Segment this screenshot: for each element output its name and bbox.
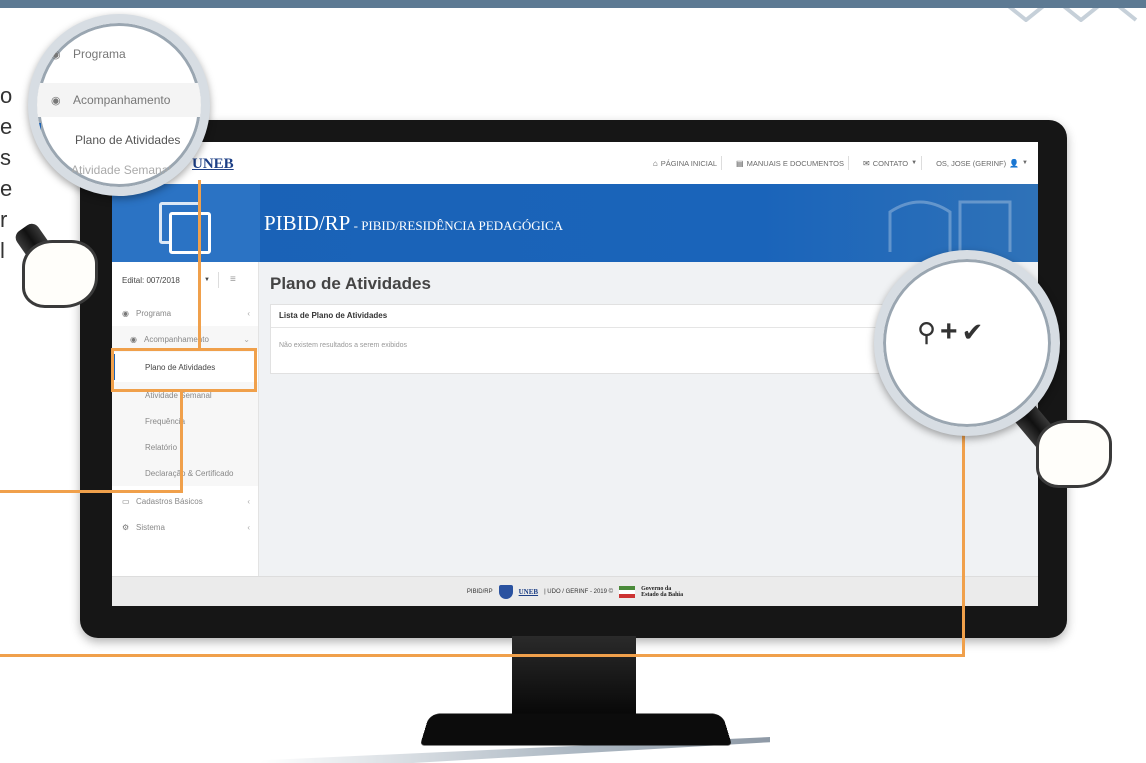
app-subtitle: - PIBID/RESIDÊNCIA PEDAGÓGICA <box>350 218 564 233</box>
sidebar-item-relatorio[interactable]: Relatório <box>112 434 258 460</box>
footer: PIBID/RP UNEB | UDO / GERINF - 2019 © Go… <box>112 576 1038 606</box>
nav-user[interactable]: OS, JOSE (GERINF) 👤 ▼ <box>932 156 1032 170</box>
watermark-decoration <box>888 200 1012 252</box>
search-icon[interactable]: ⚲ <box>917 317 940 347</box>
mag-item-label: Programa <box>73 47 126 61</box>
mag-item-acompanhamento: ◉ Acompanhamento <box>37 83 201 117</box>
menu-icon[interactable]: ≡ <box>230 274 236 285</box>
mag-item-label: Atividade Semanal <box>71 163 172 177</box>
book-icon: ▤ <box>736 158 744 168</box>
nav-home-label: PÁGINA INICIAL <box>660 158 718 168</box>
top-nav: ⌂ PÁGINA INICIAL ▤ MANUAIS E DOCUMENTOS … <box>649 156 1032 170</box>
eye-icon: ◉ <box>51 94 61 107</box>
footer-app-name: PIBID/RP <box>466 589 493 595</box>
sidebar-item-label: Programa <box>136 308 172 318</box>
home-icon: ⌂ <box>652 158 658 168</box>
top-bar: UNEB ⌂ PÁGINA INICIAL ▤ MANUAIS E DOCUME… <box>112 142 1038 185</box>
edital-value: Edital: 007/2018 <box>122 275 180 285</box>
toolbar-zoom: ⚲+✔ <box>917 315 987 349</box>
footer-gov-line2: Estado da Bahia <box>641 592 684 598</box>
footer-text: | UDO / GERINF - 2019 © <box>544 589 614 595</box>
sidebar-item-sistema[interactable]: ⚙ Sistema ‹ <box>112 514 258 540</box>
sidebar-item-declaracao-certificado[interactable]: Declaração & Certificado <box>112 460 258 486</box>
sidebar-item-frequencia[interactable]: Frequência <box>112 408 258 434</box>
monitor-neck <box>512 636 636 722</box>
check-icon[interactable]: ✔ <box>962 317 988 347</box>
highlight-plano-de-atividades <box>111 348 257 392</box>
envelope-icon: ✉ <box>862 158 870 168</box>
sidebar-item-programa[interactable]: ◉ Programa ‹ <box>112 300 258 326</box>
chevron-left-icon: ‹ <box>247 308 250 318</box>
chevron-down-icon: ⌄ <box>243 334 250 344</box>
nav-contact-label: CONTATO <box>872 158 909 168</box>
glove-hand <box>22 240 98 308</box>
footer-logo: UNEB <box>518 588 539 596</box>
mag-item-plano-de-atividades: Plano de Atividades <box>37 123 201 157</box>
mag-item-programa: ◉ Programa <box>37 47 201 61</box>
mag-item-label: Plano de Atividades <box>75 133 181 147</box>
sidebar-item-label: Cadastros Básicos <box>136 496 203 506</box>
nav-home[interactable]: ⌂ PÁGINA INICIAL <box>649 156 723 170</box>
eye-icon: ◉ <box>51 48 61 61</box>
chevron-left-icon: ‹ <box>247 522 250 532</box>
copy-icon <box>169 212 211 254</box>
page-title-banner: PIBID/RP - PIBID/RESIDÊNCIA PEDAGÓGICA <box>264 211 563 236</box>
callout-line <box>0 654 965 657</box>
mag-item-atividade-semanal: Atividade Semanal <box>37 163 201 177</box>
bahia-flag-icon <box>619 586 636 598</box>
decorative-pattern <box>999 0 1138 22</box>
magnifier-left: ◉ Programa ◉ Acompanhamento Plano de Ati… <box>28 14 210 196</box>
edital-select[interactable]: Edital: 007/2018 ▼ <box>122 272 219 288</box>
sidebar-item-label: Sistema <box>136 522 165 532</box>
sidebar-item-label: Relatório <box>145 442 178 452</box>
gears-icon: ⚙ <box>122 522 130 532</box>
nav-user-label: OS, JOSE (GERINF) <box>936 158 1007 168</box>
mag-item-label: Acompanhamento <box>73 93 171 107</box>
callout-line <box>180 390 183 492</box>
callout-line <box>198 180 201 350</box>
chevron-down-icon: ▼ <box>204 277 210 283</box>
nav-contact[interactable]: ✉ CONTATO ▼ <box>859 156 923 170</box>
nav-manuals-label: MANUAIS E DOCUMENTOS <box>746 158 844 168</box>
left-edge-text-fragments: oeserl <box>0 83 13 263</box>
sidebar: Edital: 007/2018 ▼ ≡ ◉ Programa ‹ ◉ Acom… <box>112 262 259 578</box>
eye-icon: ◉ <box>130 334 137 344</box>
sidebar-item-label: Declaração & Certificado <box>145 468 234 478</box>
chevron-left-icon: ‹ <box>247 496 250 506</box>
top-band <box>0 0 1146 8</box>
eye-icon: ◉ <box>122 308 129 318</box>
uneb-crest-icon <box>498 585 513 599</box>
glove-hand <box>1036 420 1112 488</box>
app-icon-box <box>112 184 260 262</box>
chevron-down-icon: ▼ <box>1022 160 1028 166</box>
monitor-stand <box>420 713 732 746</box>
magnifier-right: ⚲+✔ <box>874 250 1060 436</box>
drive-icon: ▭ <box>122 496 130 506</box>
chevron-down-icon: ▼ <box>911 160 918 166</box>
nav-manuals[interactable]: ▤ MANUAIS E DOCUMENTOS <box>732 156 849 170</box>
user-icon: 👤 <box>1009 158 1020 168</box>
callout-line <box>0 490 183 493</box>
plus-icon[interactable]: + <box>940 315 962 348</box>
header-banner: PIBID/RP - PIBID/RESIDÊNCIA PEDAGÓGICA <box>112 184 1038 262</box>
footer-government: Governo da Estado da Bahia <box>641 586 683 598</box>
app-title: PIBID/RP <box>264 211 351 235</box>
